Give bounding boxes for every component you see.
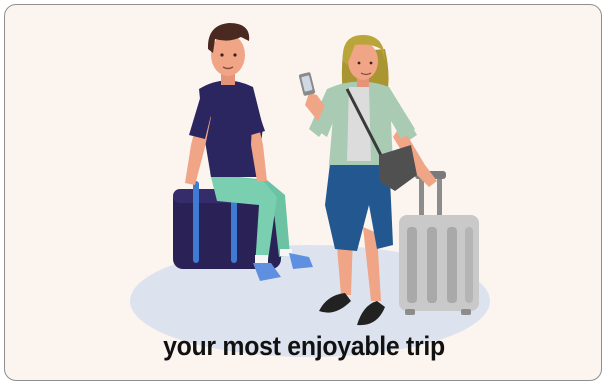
suitcase (399, 171, 479, 315)
trip-card: your most enjoyable trip (4, 4, 602, 381)
caption-text: your most enjoyable trip (163, 331, 445, 361)
travel-illustration (130, 23, 490, 357)
